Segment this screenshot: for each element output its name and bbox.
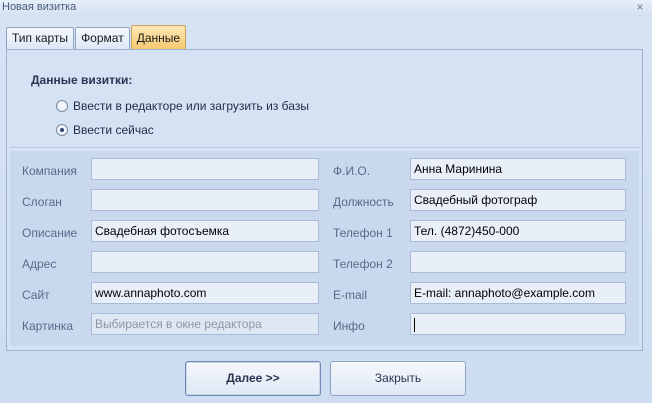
phone-1-input[interactable]: Тел. (4872)450-000 [410,220,626,242]
label-full-name: Ф.И.О. [333,164,371,178]
label-phone-2: Телефон 2 [333,257,393,271]
next-button[interactable]: Далее >> [185,361,321,396]
radio-label: Ввести в редакторе или загрузить из базы [73,99,309,113]
position-input[interactable]: Свадебный фотограф [410,189,626,211]
section-title: Данные визитки: [31,73,133,87]
fields-area: Компания Слоган Описание Свадебная фотос… [10,151,639,346]
description-input[interactable]: Свадебная фотосъемка [91,220,319,242]
tab-card-type[interactable]: Тип карты [6,27,75,49]
address-input[interactable] [91,251,319,273]
company-input[interactable] [91,158,319,180]
radio-option-now[interactable]: Ввести сейчас [56,123,154,137]
label-picture: Картинка [22,319,74,333]
email-input[interactable]: E-mail: annaphoto@example.com [410,282,626,304]
close-icon[interactable]: × [633,0,647,14]
phone-2-input[interactable] [410,251,626,273]
label-company: Компания [22,164,77,178]
tab-format[interactable]: Формат [75,27,130,49]
label-description: Описание [22,226,78,240]
radio-label: Ввести сейчас [73,123,154,137]
info-input[interactable] [410,313,626,335]
label-phone-1: Телефон 1 [333,226,393,240]
radio-option-editor[interactable]: Ввести в редакторе или загрузить из базы [56,99,309,113]
label-slogan: Слоган [22,195,62,209]
title-bar: Новая визитка × [0,0,652,16]
picture-input: Выбирается в окне редактора [91,313,319,335]
dialog-window: Новая визитка × Тип карты Формат Данные … [0,0,652,403]
radio-button[interactable] [56,100,68,112]
site-input[interactable]: www.annaphoto.com [91,282,319,304]
tab-data[interactable]: Данные [130,25,187,49]
full-name-input[interactable]: Анна Маринина [410,158,626,180]
text-caret [414,317,415,332]
label-site: Сайт [22,288,50,302]
label-address: Адрес [22,257,57,271]
tab-panel: Данные визитки: Ввести в редакторе или з… [6,49,643,351]
radio-button-checked[interactable] [56,124,68,136]
tab-bar: Тип карты Формат Данные [6,25,187,49]
window-title: Новая визитка [2,1,77,13]
label-email: E-mail [333,288,368,302]
divider [10,147,639,148]
slogan-input[interactable] [91,189,319,211]
label-info: Инфо [333,319,365,333]
close-button[interactable]: Закрыть [330,361,466,396]
label-position: Должность [333,195,394,209]
